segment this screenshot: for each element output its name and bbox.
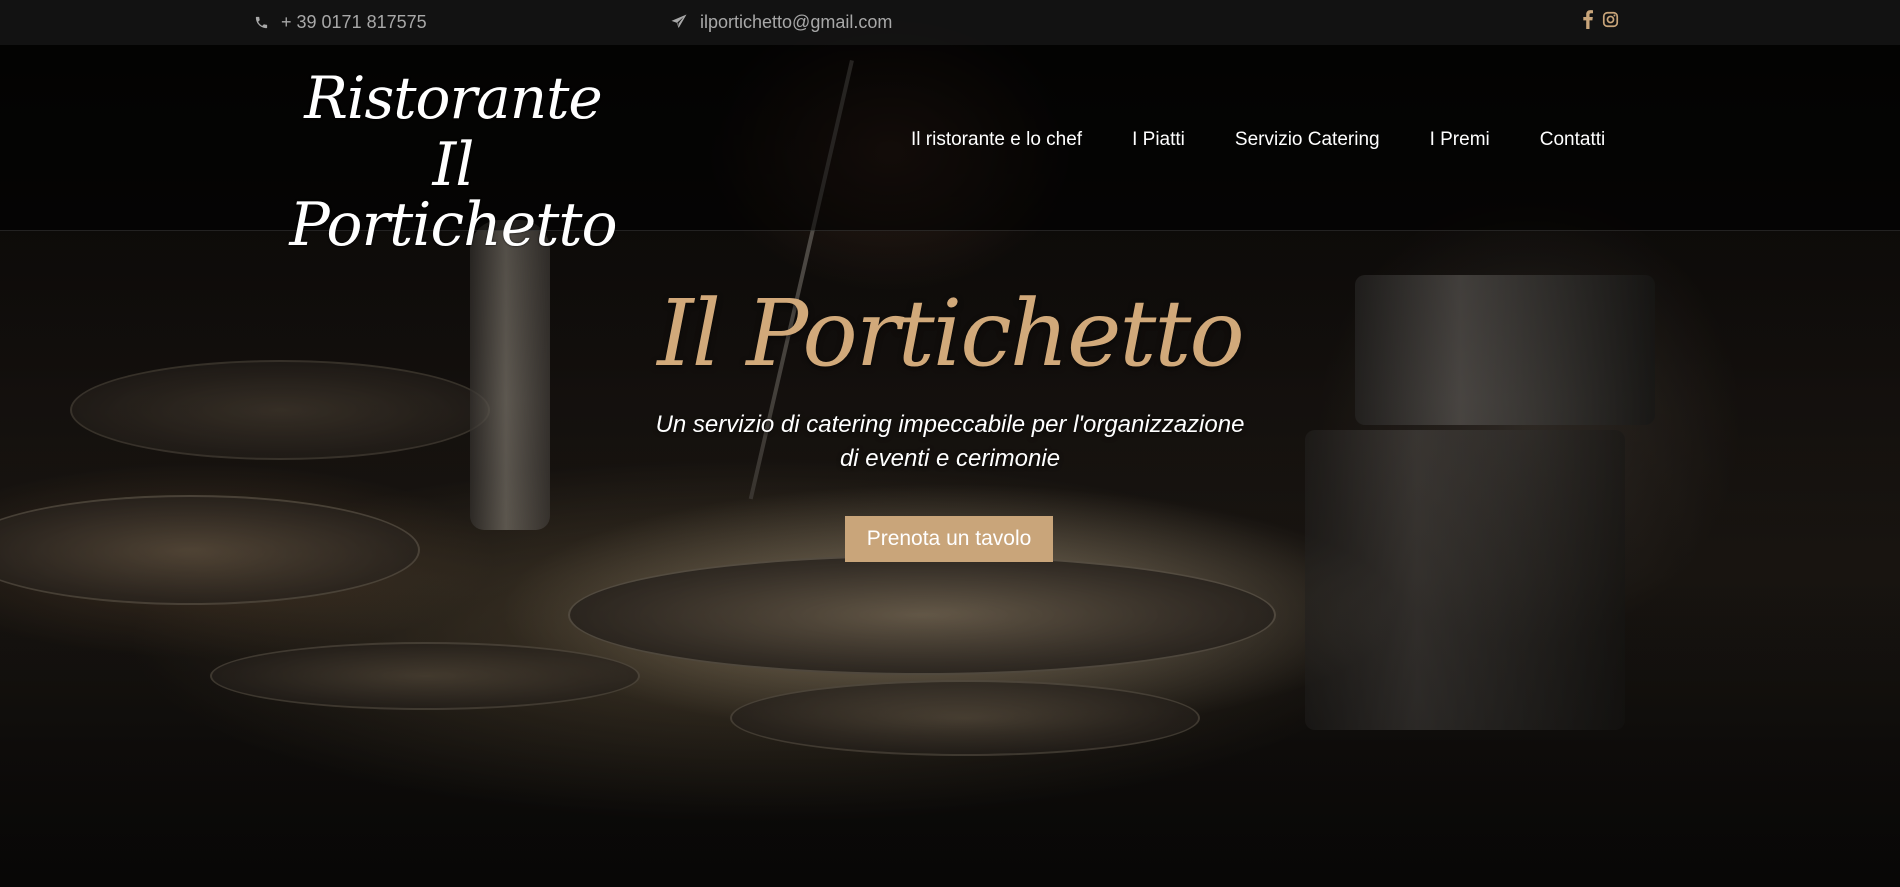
book-table-button[interactable]: Prenota un tavolo bbox=[845, 516, 1053, 562]
social-links bbox=[1583, 10, 1619, 34]
nav-item-contatti[interactable]: Contatti bbox=[1540, 129, 1605, 151]
phone-icon bbox=[254, 15, 269, 30]
nav-item-catering[interactable]: Servizio Catering bbox=[1235, 129, 1380, 151]
nav-item-piatti[interactable]: I Piatti bbox=[1132, 129, 1185, 151]
hero-subtitle: Un servizio di catering impeccabile per … bbox=[600, 408, 1300, 476]
instagram-icon[interactable] bbox=[1602, 11, 1619, 33]
facebook-icon[interactable] bbox=[1583, 10, 1593, 34]
paper-plane-icon bbox=[670, 13, 688, 31]
hero-subtitle-line-2: di eventi e cerimonie bbox=[839, 445, 1061, 472]
logo-line-2: Il Portichetto bbox=[289, 130, 617, 260]
hero-subtitle-line-1: Un servizio di catering impeccabile per … bbox=[655, 411, 1245, 438]
email-contact[interactable]: ilportichetto@gmail.com bbox=[670, 11, 892, 33]
nav-item-ristorante-chef[interactable]: Il ristorante e lo chef bbox=[911, 129, 1082, 151]
phone-number: + 39 0171 817575 bbox=[281, 11, 427, 32]
nav-item-premi[interactable]: I Premi bbox=[1430, 129, 1490, 151]
email-address: ilportichetto@gmail.com bbox=[700, 11, 893, 32]
site-header: Ristorante Il Portichetto Il ristorante … bbox=[0, 45, 1900, 255]
main-nav: Il ristorante e lo chef I Piatti Servizi… bbox=[911, 129, 1605, 151]
phone-contact[interactable]: + 39 0171 817575 bbox=[254, 11, 427, 33]
hero-title: Il Portichetto bbox=[657, 280, 1245, 387]
logo-line-1: Ristorante bbox=[304, 64, 603, 132]
restaurant-logo[interactable]: Ristorante Il Portichetto bbox=[268, 69, 638, 255]
contact-topbar: + 39 0171 817575 ilportichetto@gmail.com bbox=[0, 0, 1900, 45]
